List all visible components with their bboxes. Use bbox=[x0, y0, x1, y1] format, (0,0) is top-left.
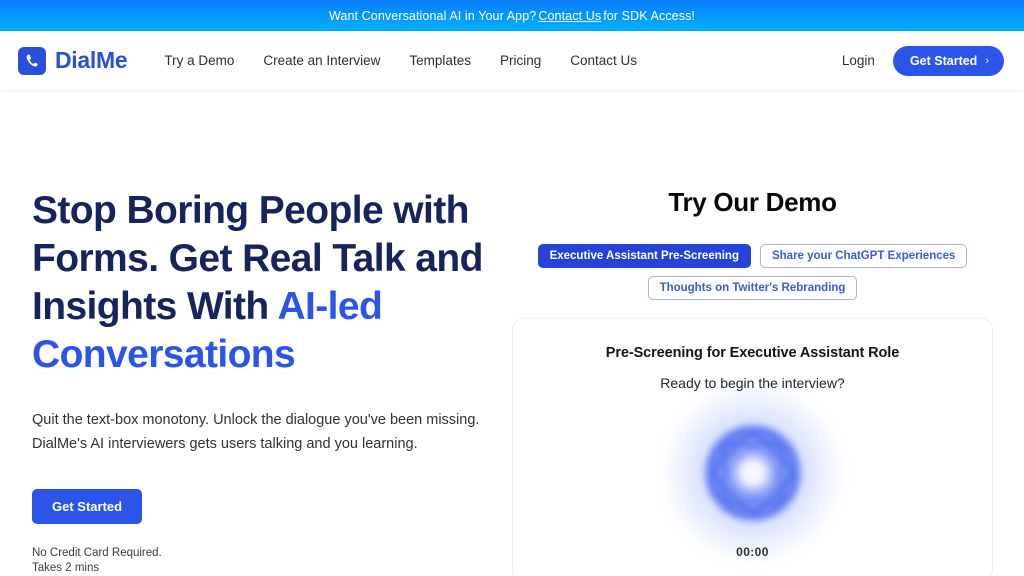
hero-section: Stop Boring People with Forms. Get Real … bbox=[0, 187, 512, 576]
brand-logo[interactable]: DialMe bbox=[18, 46, 128, 75]
get-started-button-header[interactable]: Get Started › bbox=[892, 45, 1004, 76]
hero-title-text: Stop Boring People with Forms. Get Real … bbox=[32, 189, 483, 328]
page-body: Stop Boring People with Forms. Get Real … bbox=[0, 90, 1024, 576]
promo-banner: Want Conversational AI in Your App? Cont… bbox=[0, 0, 1024, 31]
hero-note-takes-2-mins: Takes 2 mins bbox=[32, 562, 100, 574]
promo-banner-text-after: for SDK Access! bbox=[603, 8, 695, 23]
nav-item-try-a-demo[interactable]: Try a Demo bbox=[164, 53, 234, 68]
demo-card: Pre-Screening for Executive Assistant Ro… bbox=[512, 318, 993, 576]
chevron-right-icon: › bbox=[985, 54, 989, 67]
demo-section: Try Our Demo Executive Assistant Pre-Scr… bbox=[512, 187, 1024, 576]
get-started-button-hero[interactable]: Get Started bbox=[32, 489, 143, 524]
voice-orb-wrapper[interactable] bbox=[531, 386, 974, 560]
demo-topic-pills: Executive Assistant Pre-Screening Share … bbox=[512, 244, 993, 300]
login-link[interactable]: Login bbox=[842, 53, 875, 68]
hero-subtitle: Quit the text-box monotony. Unlock the d… bbox=[32, 412, 480, 452]
nav-item-templates[interactable]: Templates bbox=[409, 53, 471, 68]
topic-pill-thoughts-on-twitters-rebranding[interactable]: Thoughts on Twitter's Rebranding bbox=[647, 276, 858, 300]
brand-name: DialMe bbox=[55, 47, 128, 73]
demo-card-title: Pre-Screening for Executive Assistant Ro… bbox=[605, 345, 900, 361]
promo-banner-text-before: Want Conversational AI in Your App? bbox=[329, 8, 537, 23]
demo-heading: Try Our Demo bbox=[668, 187, 837, 217]
promo-banner-contact-us-link[interactable]: Contact Us bbox=[538, 9, 601, 23]
hero-note: No Credit Card Required. Takes 2 mins bbox=[32, 546, 512, 576]
voice-orb-core bbox=[725, 446, 780, 500]
nav-item-contact-us[interactable]: Contact Us bbox=[570, 53, 637, 68]
topic-pill-share-your-chatgpt-experiences[interactable]: Share your ChatGPT Experiences bbox=[759, 244, 968, 268]
page-title: Stop Boring People with Forms. Get Real … bbox=[32, 187, 502, 379]
voice-orb-icon[interactable] bbox=[665, 386, 840, 560]
main-navigation: Try a Demo Create an Interview Templates… bbox=[164, 53, 637, 68]
site-header: DialMe Try a Demo Create an Interview Te… bbox=[0, 31, 1024, 90]
phone-icon bbox=[18, 46, 46, 75]
nav-item-pricing[interactable]: Pricing bbox=[500, 53, 541, 68]
topic-pill-executive-assistant-pre-screening[interactable]: Executive Assistant Pre-Screening bbox=[537, 244, 751, 268]
nav-item-create-an-interview[interactable]: Create an Interview bbox=[263, 53, 380, 68]
hero-note-no-credit-card: No Credit Card Required. bbox=[32, 547, 162, 559]
get-started-label: Get Started bbox=[909, 53, 978, 68]
header-actions: Login Get Started › bbox=[842, 45, 1004, 76]
